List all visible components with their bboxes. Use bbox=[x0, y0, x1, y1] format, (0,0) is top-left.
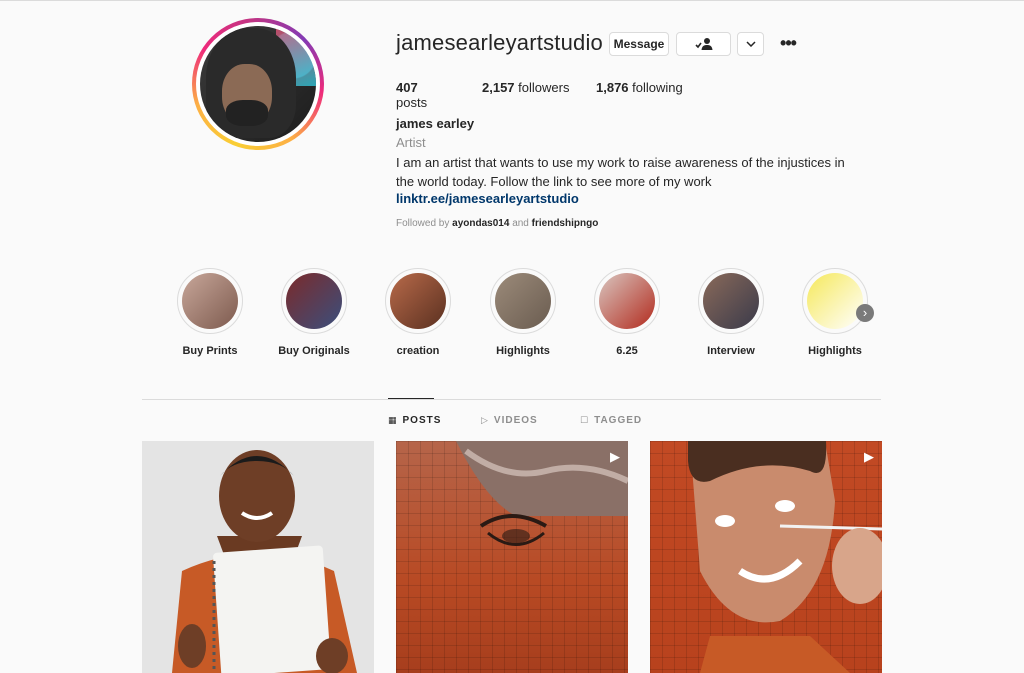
profile-username: jamesearleyartstudio bbox=[396, 30, 603, 55]
followed-by-prefix: Followed by bbox=[396, 218, 450, 229]
following-button[interactable] bbox=[676, 32, 731, 56]
avatar-ring-gap bbox=[196, 22, 320, 146]
story-highlight[interactable]: Highlights bbox=[478, 268, 568, 357]
highlight-cover-image bbox=[807, 273, 863, 329]
profile-website-link[interactable]: linktr.ee/jamesearleyartstudio bbox=[396, 191, 579, 206]
more-options-button[interactable]: ••• bbox=[777, 33, 799, 53]
post-image bbox=[456, 441, 628, 546]
suggested-accounts-dropdown-button[interactable] bbox=[737, 32, 764, 56]
post-thumbnail[interactable]: ▶ bbox=[396, 441, 628, 673]
tab-tagged-label: TAGGED bbox=[594, 415, 643, 426]
followers-link[interactable]: 2,157 followers bbox=[482, 80, 569, 95]
grid-icon: ▦ bbox=[388, 415, 398, 425]
avatar bbox=[200, 26, 316, 142]
tagged-user-icon: ☐ bbox=[580, 415, 590, 425]
highlight-cover-ring[interactable] bbox=[490, 268, 556, 334]
highlight-label: creation bbox=[396, 345, 440, 357]
highlight-cover-ring[interactable] bbox=[281, 268, 347, 334]
highlight-label: Buy Prints bbox=[182, 345, 238, 357]
post-image bbox=[688, 441, 882, 673]
posts-count-value: 407 bbox=[396, 80, 418, 95]
story-highlight[interactable]: Buy Prints bbox=[165, 268, 255, 357]
highlight-cover-image bbox=[495, 273, 551, 329]
story-highlight[interactable]: Interview bbox=[686, 268, 776, 357]
tab-videos-label: VIDEOS bbox=[493, 415, 538, 426]
tab-videos[interactable]: ▷ VIDEOS bbox=[481, 415, 538, 426]
followed-by-user-link[interactable]: ayondas014 bbox=[452, 218, 509, 229]
following-count-label: following bbox=[632, 80, 683, 95]
tabs-divider bbox=[142, 399, 881, 400]
highlight-label: Highlights bbox=[496, 345, 550, 357]
profile-bio: I am an artist that wants to use my work… bbox=[396, 155, 845, 189]
top-divider bbox=[0, 0, 1024, 1]
post-thumbnail[interactable]: ▶ bbox=[650, 441, 882, 673]
clip-icon: ▶ bbox=[610, 449, 620, 464]
highlight-cover-ring[interactable] bbox=[802, 268, 868, 334]
highlight-label: 6.25 bbox=[616, 345, 638, 357]
profile-category: Artist bbox=[396, 135, 426, 150]
followed-by-and: and bbox=[512, 218, 529, 229]
highlight-cover-ring[interactable] bbox=[177, 268, 243, 334]
highlight-cover-image bbox=[390, 273, 446, 329]
play-circle-icon: ▷ bbox=[481, 415, 489, 425]
followed-by-text: Followed by ayondas014 and friendshipngo bbox=[396, 218, 598, 229]
highlight-cover-ring[interactable] bbox=[594, 268, 660, 334]
profile-avatar-story-ring[interactable] bbox=[192, 18, 324, 150]
following-link[interactable]: 1,876 following bbox=[596, 80, 683, 95]
tab-posts-label: POSTS bbox=[402, 415, 442, 426]
chevron-down-icon bbox=[745, 41, 756, 47]
followers-count-label: followers bbox=[518, 80, 570, 95]
highlight-label: Interview bbox=[707, 345, 755, 357]
story-highlight[interactable]: 6.25 bbox=[582, 268, 672, 357]
highlight-label: Buy Originals bbox=[278, 345, 350, 357]
tab-posts[interactable]: ▦ POSTS bbox=[388, 415, 441, 426]
clip-icon: ▶ bbox=[864, 449, 874, 464]
tab-tagged[interactable]: ☐ TAGGED bbox=[580, 415, 642, 426]
avatar-beard bbox=[226, 100, 268, 126]
post-thumbnail[interactable] bbox=[142, 441, 374, 673]
person-check-icon bbox=[694, 38, 712, 50]
posts-count-label: posts bbox=[396, 95, 428, 110]
highlight-cover-ring[interactable] bbox=[698, 268, 764, 334]
followers-count-value: 2,157 bbox=[482, 80, 515, 95]
story-highlight[interactable]: Buy Originals bbox=[269, 268, 359, 357]
highlight-cover-image bbox=[599, 273, 655, 329]
highlight-cover-image bbox=[286, 273, 342, 329]
posts-count: 407 posts bbox=[396, 80, 427, 110]
story-highlight[interactable]: creation bbox=[373, 268, 463, 357]
post-image bbox=[142, 441, 374, 673]
highlight-cover-image bbox=[182, 273, 238, 329]
highlight-cover-ring[interactable] bbox=[385, 268, 451, 334]
highlight-cover-image bbox=[703, 273, 759, 329]
profile-full-name: james earley bbox=[396, 116, 475, 131]
highlights-next-arrow-icon[interactable]: › bbox=[856, 304, 874, 322]
highlight-label: Highlights bbox=[808, 345, 862, 357]
following-count-value: 1,876 bbox=[596, 80, 629, 95]
active-tab-indicator bbox=[388, 398, 434, 399]
message-button[interactable]: Message bbox=[609, 32, 669, 56]
followed-by-user-link[interactable]: friendshipngo bbox=[532, 218, 599, 229]
